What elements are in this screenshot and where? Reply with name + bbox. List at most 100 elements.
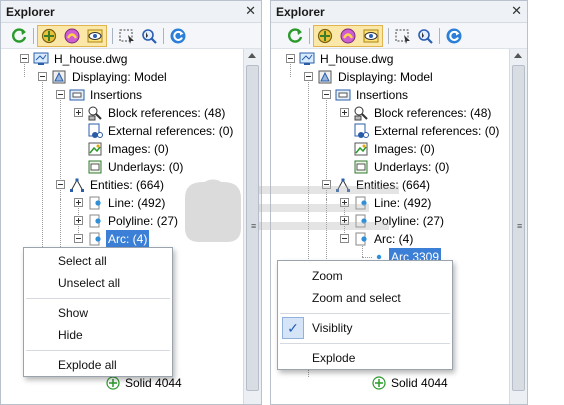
panel-title: Explorer bbox=[276, 5, 325, 19]
close-icon[interactable]: ✕ bbox=[511, 3, 522, 19]
images-icon bbox=[353, 141, 369, 157]
expand-icon[interactable] bbox=[74, 198, 83, 207]
underlays-icon bbox=[353, 159, 369, 175]
insertions-icon bbox=[335, 87, 351, 103]
external-references-icon bbox=[353, 123, 369, 139]
regen-icon[interactable] bbox=[444, 26, 464, 46]
menu-separator bbox=[280, 343, 450, 344]
tree-label-external-references: External references: (0) bbox=[374, 124, 500, 138]
tree-label-line: Line: (492) bbox=[108, 196, 166, 210]
vertical-scrollbar[interactable]: ≡ bbox=[509, 49, 527, 404]
collapse-icon[interactable] bbox=[38, 72, 47, 81]
collapse-icon[interactable] bbox=[56, 90, 65, 99]
tree-label-arc-selected: Arc: (4) bbox=[106, 230, 150, 248]
grip-icon: ≡ bbox=[517, 221, 523, 231]
expand-icon[interactable] bbox=[340, 108, 349, 117]
refresh-icon[interactable] bbox=[285, 26, 305, 46]
menu-separator bbox=[26, 350, 170, 351]
solid-entity-icon bbox=[371, 375, 387, 391]
context-menu-left: Select all Unselect all Show Hide Explod… bbox=[23, 247, 173, 377]
external-references-icon bbox=[87, 123, 103, 139]
layer-states-icon[interactable] bbox=[338, 26, 358, 46]
menu-item-show[interactable]: Show bbox=[24, 302, 172, 324]
insertions-icon bbox=[69, 87, 85, 103]
collapse-icon[interactable] bbox=[304, 72, 313, 81]
tree-label-block-references: Block references: (48) bbox=[108, 106, 226, 120]
explorer-panel-right: Explorer ✕ H_house.dwg Displaying: Model… bbox=[270, 0, 528, 405]
scroll-up-icon[interactable] bbox=[514, 53, 522, 58]
regen-icon[interactable] bbox=[168, 26, 188, 46]
block-references-icon bbox=[87, 105, 103, 121]
collapse-icon[interactable] bbox=[322, 90, 331, 99]
select-cursor-icon[interactable] bbox=[139, 26, 159, 46]
close-icon[interactable]: ✕ bbox=[245, 3, 256, 19]
collapse-icon[interactable] bbox=[286, 54, 295, 63]
entities-icon bbox=[69, 177, 85, 193]
collapse-icon[interactable] bbox=[20, 54, 29, 63]
entities-icon bbox=[335, 177, 351, 193]
tree-label-images: Images: (0) bbox=[374, 142, 435, 156]
expand-icon[interactable] bbox=[74, 216, 83, 225]
menu-item-zoom[interactable]: Zoom bbox=[278, 265, 452, 287]
expand-icon[interactable] bbox=[340, 198, 349, 207]
scroll-thumb[interactable]: ≡ bbox=[512, 65, 525, 391]
menu-item-visibility[interactable]: Visiblity bbox=[278, 317, 452, 339]
grip-icon: ≡ bbox=[251, 221, 257, 231]
collapse-icon[interactable] bbox=[56, 180, 65, 189]
vertical-scrollbar[interactable]: ≡ bbox=[243, 49, 261, 404]
collapse-icon[interactable] bbox=[340, 234, 349, 243]
select-window-icon[interactable] bbox=[393, 26, 413, 46]
line-entity-icon bbox=[353, 195, 369, 211]
toolbar bbox=[1, 23, 261, 49]
scroll-thumb[interactable]: ≡ bbox=[246, 65, 259, 391]
collapse-icon[interactable] bbox=[74, 234, 83, 243]
visibility-icon[interactable] bbox=[361, 26, 381, 46]
polyline-entity-icon bbox=[87, 213, 103, 229]
tree-label-polyline: Polyline: (27) bbox=[374, 214, 445, 228]
tree-label-entities: Entities: (664) bbox=[356, 178, 431, 192]
expand-icon[interactable] bbox=[74, 108, 83, 117]
tree-label-displaying: Displaying: Model bbox=[72, 70, 167, 84]
menu-item-hide[interactable]: Hide bbox=[24, 324, 172, 346]
tree-label-block-references: Block references: (48) bbox=[374, 106, 492, 120]
menu-separator bbox=[280, 313, 450, 314]
menu-item-unselect-all[interactable]: Unselect all bbox=[24, 272, 172, 294]
tree-label-images: Images: (0) bbox=[108, 142, 169, 156]
tree-label-external-references: External references: (0) bbox=[108, 124, 234, 138]
line-entity-icon bbox=[87, 195, 103, 211]
drawing-file-icon bbox=[33, 51, 49, 67]
panel-titlebar: Explorer ✕ bbox=[271, 1, 527, 23]
menu-item-explode-all[interactable]: Explode all bbox=[24, 354, 172, 376]
menu-item-zoom-and-select[interactable]: Zoom and select bbox=[278, 287, 452, 309]
scroll-up-icon[interactable] bbox=[248, 53, 256, 58]
menu-separator bbox=[26, 298, 170, 299]
collapse-icon[interactable] bbox=[322, 180, 331, 189]
layer-states-icon[interactable] bbox=[62, 26, 82, 46]
visibility-icon[interactable] bbox=[85, 26, 105, 46]
expand-icon[interactable] bbox=[340, 216, 349, 225]
arc-entity-icon bbox=[87, 231, 103, 247]
select-window-icon[interactable] bbox=[117, 26, 137, 46]
tree-label-displaying: Displaying: Model bbox=[338, 70, 433, 84]
explorer-panel-left: Explorer ✕ H_house.dwg Displaying: Model… bbox=[0, 0, 262, 405]
select-cursor-icon[interactable] bbox=[415, 26, 435, 46]
tree-label-insertions: Insertions bbox=[90, 88, 143, 102]
tree-label-polyline: Polyline: (27) bbox=[108, 214, 179, 228]
panel-title: Explorer bbox=[6, 5, 55, 19]
images-icon bbox=[87, 141, 103, 157]
tree-label-entities: Entities: (664) bbox=[90, 178, 165, 192]
add-layer-icon[interactable] bbox=[315, 26, 335, 46]
refresh-icon[interactable] bbox=[9, 26, 29, 46]
solid-entity-icon bbox=[105, 375, 121, 391]
tree-label-insertions: Insertions bbox=[356, 88, 409, 102]
model-space-icon bbox=[317, 69, 333, 85]
add-layer-icon[interactable] bbox=[39, 26, 59, 46]
tree-label-root: H_house.dwg bbox=[54, 52, 128, 66]
menu-item-explode[interactable]: Explode bbox=[278, 347, 452, 369]
context-menu-right: Zoom Zoom and select ✓ Visiblity Explode bbox=[277, 260, 453, 370]
block-references-icon bbox=[353, 105, 369, 121]
menu-item-select-all[interactable]: Select all bbox=[24, 250, 172, 272]
underlays-icon bbox=[87, 159, 103, 175]
tree-label-arc: Arc: (4) bbox=[374, 232, 414, 246]
polyline-entity-icon bbox=[353, 213, 369, 229]
